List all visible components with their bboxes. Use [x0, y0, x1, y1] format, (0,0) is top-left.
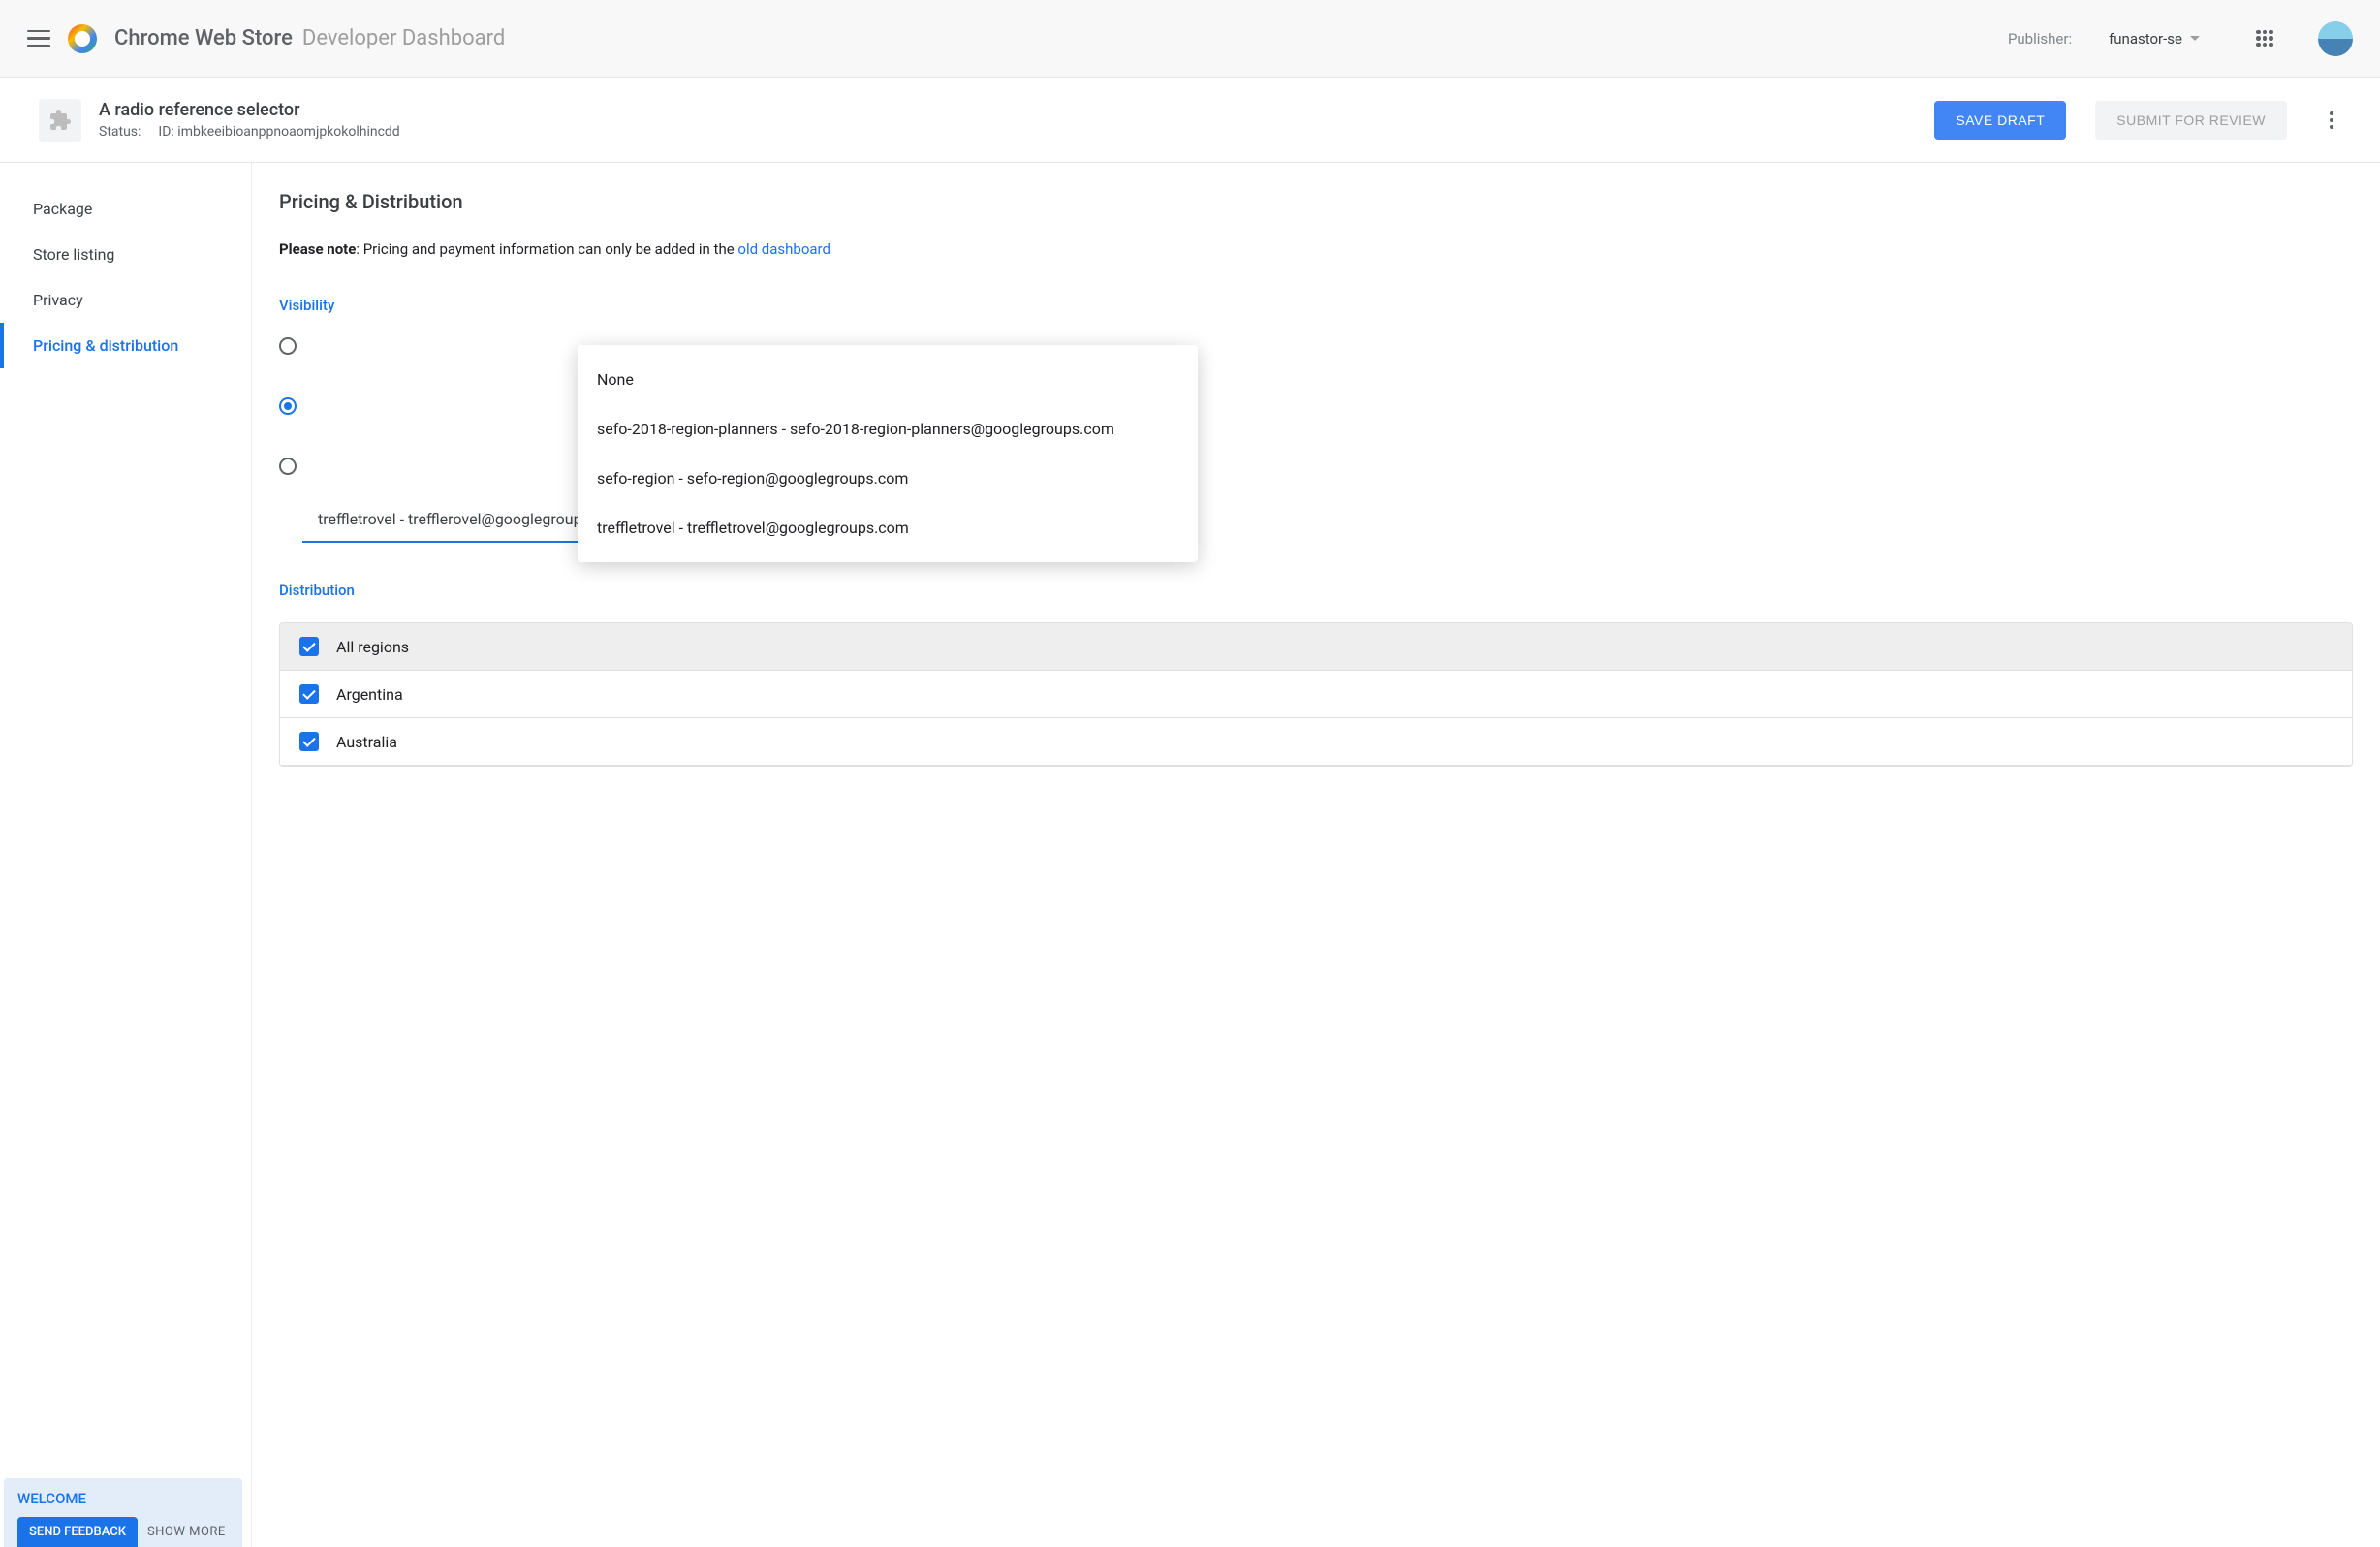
extension-icon — [39, 99, 81, 142]
item-name: A radio reference selector — [99, 100, 400, 120]
sidebar-item-privacy[interactable]: Privacy — [0, 277, 251, 323]
region-row-australia[interactable]: Australia — [280, 718, 2352, 766]
region-label: Argentina — [336, 685, 403, 704]
item-info: A radio reference selector Status: ID: i… — [99, 100, 400, 140]
region-row-argentina[interactable]: Argentina — [280, 671, 2352, 718]
publisher-label: Publisher: — [2008, 30, 2072, 47]
region-checkbox-argentina[interactable] — [299, 684, 319, 704]
save-draft-button[interactable]: SAVE DRAFT — [1934, 101, 2066, 140]
region-checkbox-australia[interactable] — [299, 732, 319, 751]
sidebar-item-pricing-distribution[interactable]: Pricing & distribution — [0, 323, 251, 368]
visibility-radio-private-group[interactable] — [279, 397, 297, 415]
feedback-title: WELCOME — [17, 1490, 229, 1507]
status-label: Status: — [99, 124, 141, 140]
show-more-button[interactable]: SHOW MORE — [147, 1525, 226, 1539]
sidebar-item-package[interactable]: Package — [0, 186, 251, 232]
top-bar: Chrome Web Store Developer Dashboard Pub… — [0, 0, 2380, 78]
main: Package Store listing Privacy Pricing & … — [0, 163, 2380, 1547]
group-option-sefo-region[interactable]: sefo-region - sefo-region@googlegroups.c… — [578, 454, 1198, 503]
sidebar: Package Store listing Privacy Pricing & … — [0, 163, 252, 1547]
group-option-sefo-2018[interactable]: sefo-2018-region-planners - sefo-2018-re… — [578, 404, 1198, 454]
apps-grid-icon[interactable] — [2256, 30, 2273, 47]
app-title: Chrome Web Store Developer Dashboard — [114, 26, 505, 50]
id-group: ID: imbkeeibioanppnoaomjpkokolhincdd — [158, 124, 399, 140]
pricing-note: Please note: Pricing and payment informa… — [279, 240, 2353, 258]
old-dashboard-link[interactable]: old dashboard — [737, 240, 830, 258]
sidebar-item-store-listing[interactable]: Store listing — [0, 232, 251, 277]
page-title: Pricing & Distribution — [279, 190, 2353, 213]
distribution-table: All regions Argentina Australia — [279, 622, 2353, 767]
distribution-label: Distribution — [279, 582, 2353, 599]
visibility-radio-public[interactable] — [279, 337, 297, 355]
title-light: Developer Dashboard — [302, 26, 505, 50]
publisher-value: funastor-se — [2109, 30, 2182, 47]
publisher-dropdown[interactable]: funastor-se — [2109, 30, 2200, 47]
send-feedback-button[interactable]: SEND FEEDBACK — [17, 1517, 138, 1547]
region-row-all[interactable]: All regions — [280, 623, 2352, 671]
more-menu-icon[interactable] — [2322, 104, 2341, 137]
title-strong: Chrome Web Store — [114, 26, 293, 50]
puzzle-icon — [48, 109, 72, 132]
submit-review-button[interactable]: SUBMIT FOR REVIEW — [2095, 101, 2287, 140]
visibility-radio-unlisted[interactable] — [279, 458, 297, 475]
region-label: Australia — [336, 733, 397, 751]
item-bar: A radio reference selector Status: ID: i… — [0, 78, 2380, 163]
region-label: All regions — [336, 638, 409, 656]
region-checkbox-all[interactable] — [299, 637, 319, 656]
group-option-treffletrovel[interactable]: treffletrovel - treffletrovel@googlegrou… — [578, 503, 1198, 552]
visibility-label: Visibility — [279, 297, 2353, 314]
item-meta: Status: ID: imbkeeibioanppnoaomjpkokolhi… — [99, 124, 400, 140]
avatar[interactable] — [2318, 21, 2353, 56]
feedback-widget: WELCOME SEND FEEDBACK SHOW MORE — [4, 1478, 242, 1547]
content: Pricing & Distribution Please note: Pric… — [252, 163, 2380, 1547]
menu-icon[interactable] — [27, 30, 50, 47]
group-option-none[interactable]: None — [578, 355, 1198, 404]
chevron-down-icon — [2190, 36, 2200, 41]
group-dropdown-popup: None sefo-2018-region-planners - sefo-20… — [578, 345, 1198, 562]
chrome-logo-icon — [68, 24, 97, 53]
